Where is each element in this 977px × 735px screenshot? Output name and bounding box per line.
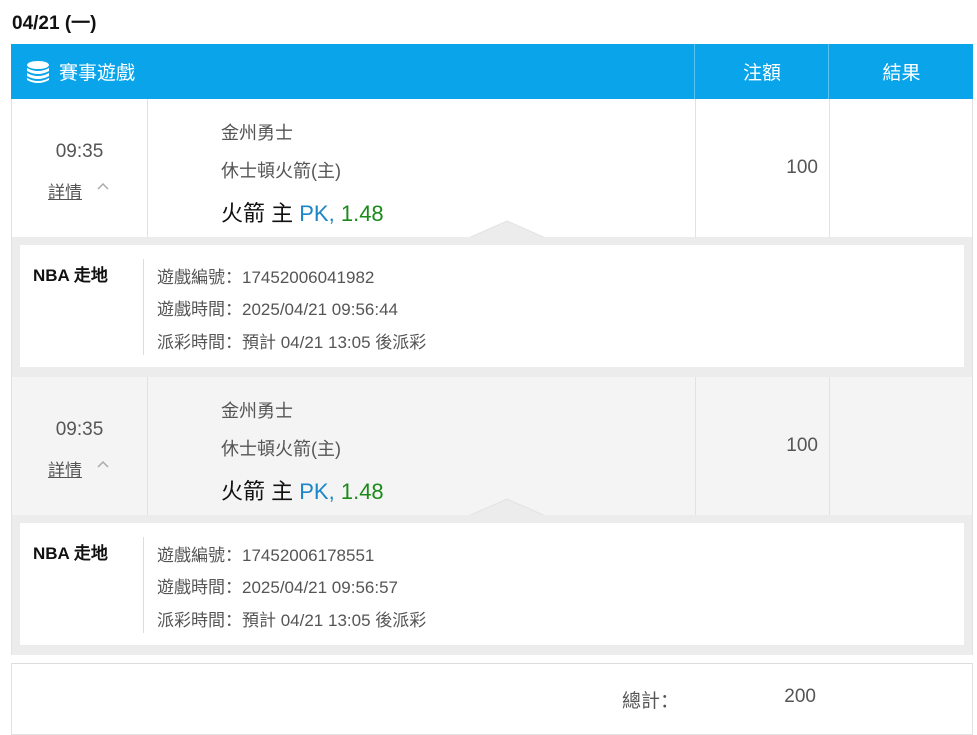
bet-detail-panel: NBA 走地 遊戲編號：17452006178551 遊戲時間：2025/04/… xyxy=(11,515,973,655)
total-label: 總計： xyxy=(622,691,680,712)
pick-team: 火箭 主 xyxy=(221,201,294,226)
home-team: 休士頓火箭(主) xyxy=(221,439,341,459)
bet-time: 09:35 xyxy=(55,419,104,440)
divider xyxy=(143,537,144,633)
total-row: 總計： 200 xyxy=(11,663,973,735)
bet-pick: 火箭 主 PK, 1.48 xyxy=(221,196,384,228)
chevron-up-icon[interactable] xyxy=(97,458,109,470)
home-team: 休士頓火箭(主) xyxy=(221,161,341,181)
game-id: 遊戲編號：17452006178551 xyxy=(157,546,375,565)
stake-value: 100 xyxy=(786,157,818,178)
payout-time: 派彩時間：預計 04/21 13:05 後派彩 xyxy=(157,611,427,630)
stake-cell: 100 xyxy=(695,99,830,237)
game-type: NBA 走地 xyxy=(33,266,108,285)
bet-pick: 火箭 主 PK, 1.48 xyxy=(221,474,384,506)
bet-detail-card: NBA 走地 遊戲編號：17452006041982 遊戲時間：2025/04/… xyxy=(20,245,964,367)
result-cell xyxy=(829,99,973,237)
game-time: 遊戲時間：2025/04/21 09:56:44 xyxy=(157,300,398,319)
time-cell: 09:35 詳情 xyxy=(12,377,148,515)
caret-pointer xyxy=(466,498,548,517)
stake-cell: 100 xyxy=(695,377,830,515)
divider xyxy=(143,259,144,355)
total-value: 200 xyxy=(784,686,816,707)
date-heading: 04/21 (一) xyxy=(12,13,97,34)
bet-table: 賽事遊戲 注額 結果 09:35 詳情 金州勇士 休士頓火箭(主) 火箭 主 P… xyxy=(11,44,973,735)
detail-link[interactable]: 詳情 xyxy=(48,178,82,203)
time-cell: 09:35 詳情 xyxy=(12,99,148,237)
bet-row: 09:35 詳情 金州勇士 休士頓火箭(主) 火箭 主 PK, 1.48 100 xyxy=(11,377,973,517)
payout-time: 派彩時間：預計 04/21 13:05 後派彩 xyxy=(157,333,427,352)
pick-odds: 1.48 xyxy=(340,201,384,226)
header-game-label: 賽事遊戲 xyxy=(59,63,136,84)
game-id: 遊戲編號：17452006041982 xyxy=(157,268,375,287)
bet-detail-card: NBA 走地 遊戲編號：17452006178551 遊戲時間：2025/04/… xyxy=(20,523,964,645)
game-time: 遊戲時間：2025/04/21 09:56:57 xyxy=(157,578,398,597)
header-result-label: 結果 xyxy=(828,44,974,99)
bet-detail-panel: NBA 走地 遊戲編號：17452006041982 遊戲時間：2025/04/… xyxy=(11,237,973,377)
away-team: 金州勇士 xyxy=(221,401,293,421)
detail-link[interactable]: 詳情 xyxy=(48,456,82,481)
result-cell xyxy=(829,377,973,515)
away-team: 金州勇士 xyxy=(221,123,293,143)
chevron-up-icon[interactable] xyxy=(97,180,109,192)
game-type: NBA 走地 xyxy=(33,544,108,563)
pick-type: PK, xyxy=(299,479,335,504)
header-game-column: 賽事遊戲 xyxy=(11,44,694,99)
coin-stack-icon xyxy=(27,60,49,83)
stake-value: 100 xyxy=(786,435,818,456)
pick-team: 火箭 主 xyxy=(221,479,294,504)
bet-time: 09:35 xyxy=(55,141,104,162)
header-stake-label: 注額 xyxy=(694,44,829,99)
pick-odds: 1.48 xyxy=(340,479,384,504)
table-header: 賽事遊戲 注額 結果 xyxy=(11,44,973,99)
pick-type: PK, xyxy=(299,201,335,226)
caret-pointer xyxy=(466,220,548,239)
bet-row: 09:35 詳情 金州勇士 休士頓火箭(主) 火箭 主 PK, 1.48 100 xyxy=(11,99,973,239)
